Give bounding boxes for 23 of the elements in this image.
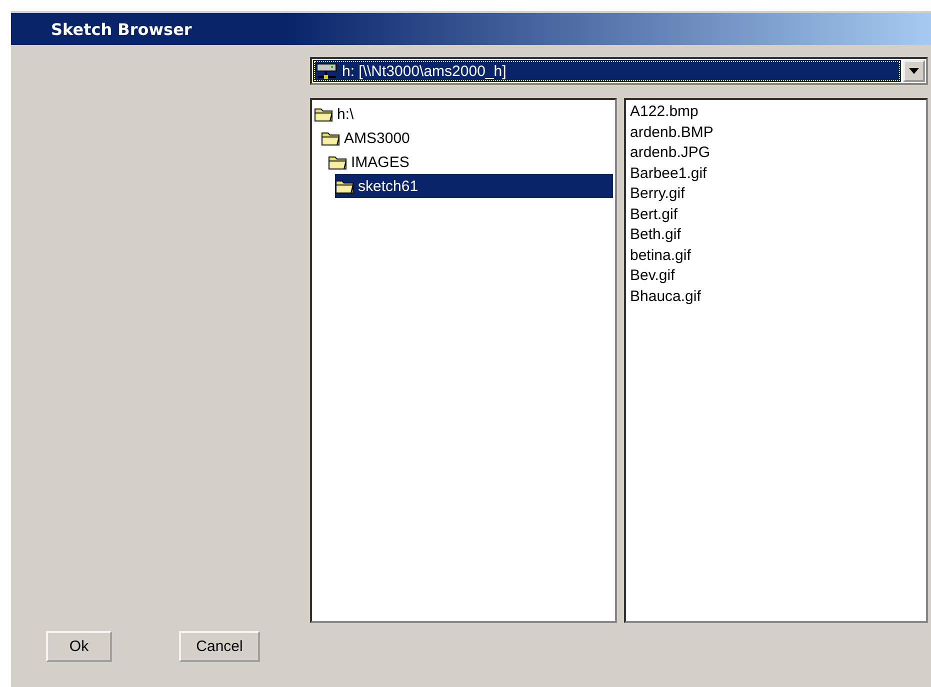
file-item[interactable]: Berry.gif — [628, 184, 924, 204]
file-item[interactable]: Bev.gif — [628, 266, 924, 286]
file-item[interactable]: betina.gif — [628, 246, 924, 266]
file-item[interactable]: Bert.gif — [628, 204, 924, 225]
folder-icon — [321, 130, 341, 146]
file-item[interactable]: ardenb.JPG — [628, 143, 924, 164]
file-item[interactable]: ardenb.BMP — [628, 122, 924, 143]
network-drive-icon — [316, 62, 338, 80]
drive-dropdown[interactable]: h: [\\Nt3000\ams2000_h] — [310, 57, 928, 85]
cancel-button[interactable]: Cancel — [179, 631, 260, 662]
folder-icon — [314, 106, 334, 122]
file-item[interactable]: Barbee1.gif — [628, 164, 924, 184]
file-item[interactable]: Bhauca.gif — [628, 286, 924, 307]
folder-icon — [328, 154, 348, 170]
folder-item[interactable]: sketch61 — [335, 174, 613, 198]
ok-button[interactable]: Ok — [46, 631, 112, 662]
folder-item[interactable]: h:\ — [314, 102, 613, 126]
window-title: Sketch Browser — [11, 13, 931, 45]
folder-item[interactable]: IMAGES — [328, 150, 613, 174]
file-item[interactable]: Beth.gif — [628, 225, 924, 246]
file-item[interactable]: A122.bmp — [628, 102, 924, 122]
folder-item[interactable]: AMS3000 — [321, 126, 613, 150]
folder-icon — [335, 178, 355, 194]
